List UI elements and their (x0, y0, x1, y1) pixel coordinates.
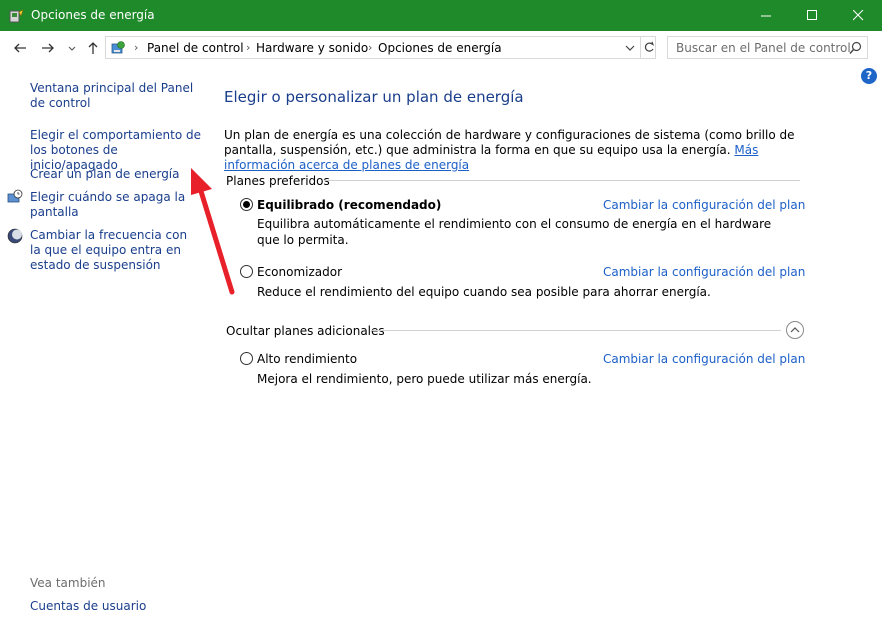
sidebar-item-sleep-frequency[interactable]: Cambiar la frecuencia con la que el equi… (30, 228, 200, 273)
search-input[interactable]: Buscar en el Panel de control (676, 41, 851, 55)
change-plan-settings-link-balanced[interactable]: Cambiar la configuración del plan (603, 198, 805, 212)
plan-description-high-performance: Mejora el rendimiento, pero puede utiliz… (257, 372, 592, 386)
preferred-plans-divider (324, 180, 800, 181)
plan-name-balanced[interactable]: Equilibrado (recomendado) (257, 198, 441, 212)
intro-text: Un plan de energía es una colección de h… (224, 128, 814, 173)
help-icon[interactable]: ? (861, 68, 877, 84)
annotation-arrow-icon (191, 168, 235, 295)
change-plan-settings-link-high-performance[interactable]: Cambiar la configuración del plan (603, 352, 805, 366)
see-also-heading: Vea también (30, 576, 106, 590)
plan-radio-high-performance[interactable] (240, 352, 253, 365)
back-arrow-icon[interactable] (12, 40, 28, 56)
sidebar-item-control-panel-home[interactable]: Ventana principal del Panel de control (30, 81, 200, 111)
up-arrow-icon[interactable] (85, 40, 101, 56)
sidebar-item-user-accounts[interactable]: Cuentas de usuario (30, 599, 146, 613)
forward-arrow-icon[interactable] (40, 40, 56, 56)
plan-name-power-saver[interactable]: Economizador (257, 265, 342, 279)
sidebar-item-create-plan[interactable]: Crear un plan de energía (30, 167, 210, 182)
maximize-icon (807, 10, 817, 20)
control-panel-icon (111, 41, 125, 54)
address-bar[interactable]: › Panel de control › Hardware y sonido ›… (105, 36, 656, 59)
maximize-button[interactable] (790, 0, 836, 31)
plan-description-power-saver: Reduce el rendimiento del equipo cuando … (257, 285, 711, 299)
title-bar: Opciones de energía (0, 0, 882, 31)
breadcrumb-separator-icon: › (368, 41, 373, 54)
display-clock-icon (7, 189, 23, 203)
plan-radio-balanced[interactable] (240, 198, 253, 211)
preferred-plans-heading: Planes preferidos (226, 174, 330, 188)
intro-description: Un plan de energía es una colección de h… (224, 128, 795, 157)
minimize-button[interactable] (744, 0, 790, 31)
search-box[interactable]: Buscar en el Panel de control (667, 36, 868, 59)
plan-description-balanced: Equilibra automáticamente el rendimiento… (257, 217, 772, 247)
additional-plans-divider (371, 330, 781, 331)
refresh-button[interactable] (640, 37, 656, 58)
chevron-up-icon (790, 327, 800, 333)
breadcrumb-power-options[interactable]: Opciones de energía (378, 41, 502, 55)
refresh-icon (644, 41, 655, 52)
close-icon (853, 10, 864, 21)
additional-plans-heading[interactable]: Ocultar planes adicionales (226, 324, 385, 338)
plan-radio-power-saver[interactable] (240, 265, 253, 278)
address-dropdown-chevron-icon[interactable] (624, 41, 636, 55)
change-plan-settings-link-power-saver[interactable]: Cambiar la configuración del plan (603, 265, 805, 279)
recent-locations-chevron-icon[interactable] (66, 40, 78, 56)
breadcrumb-control-panel[interactable]: Panel de control (147, 41, 244, 55)
plan-name-high-performance[interactable]: Alto rendimiento (257, 352, 357, 366)
window-title: Opciones de energía (31, 8, 155, 22)
collapse-button[interactable] (786, 321, 804, 339)
search-icon[interactable] (849, 41, 862, 55)
breadcrumb-separator-icon: › (246, 41, 251, 54)
minimize-icon (761, 15, 771, 17)
sidebar-item-display-off[interactable]: Elegir cuándo se apaga la pantalla (30, 190, 190, 220)
close-button[interactable] (836, 0, 882, 31)
sleep-moon-icon (7, 228, 23, 244)
power-options-icon (9, 9, 24, 23)
breadcrumb-separator-icon: › (134, 41, 139, 54)
breadcrumb-hardware-sound[interactable]: Hardware y sonido (256, 41, 368, 55)
page-title: Elegir o personalizar un plan de energía (224, 88, 524, 106)
